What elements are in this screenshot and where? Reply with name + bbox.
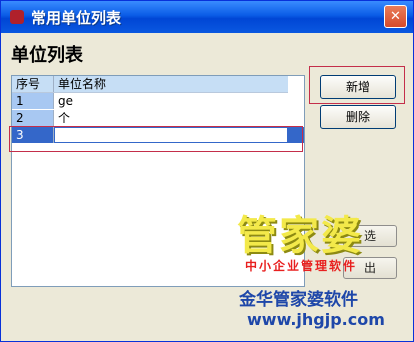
column-header-name: 单位名称 bbox=[58, 77, 107, 91]
title-bar[interactable]: 常用单位列表 ✕ bbox=[1, 1, 413, 33]
row-number-cell: 2 bbox=[12, 110, 54, 126]
column-header-no: 序号 bbox=[12, 76, 54, 92]
watermark: 管家婆 中小企业管理软件 金华管家婆软件 www.jhgjp.com bbox=[237, 203, 407, 333]
app-icon bbox=[10, 10, 24, 24]
close-icon: ✕ bbox=[390, 9, 401, 24]
watermark-url: www.jhgjp.com bbox=[247, 310, 385, 329]
grid-header: 序号 单位名称 bbox=[12, 76, 288, 93]
window-title: 常用单位列表 bbox=[31, 9, 122, 27]
delete-button[interactable]: 删除 bbox=[320, 105, 396, 129]
table-row[interactable]: 2 个 bbox=[12, 110, 288, 126]
selected-row-frame bbox=[9, 126, 303, 152]
page-title: 单位列表 bbox=[11, 45, 83, 66]
unit-name-cell[interactable]: ge bbox=[54, 93, 288, 109]
add-button[interactable]: 新增 bbox=[320, 75, 396, 99]
watermark-subtitle: 中小企业管理软件 bbox=[245, 259, 358, 273]
dialog-window: 常用单位列表 ✕ 单位列表 序号 单位名称 1 ge 2 个 3 新增 删除 选… bbox=[0, 0, 414, 342]
watermark-brand: 金华管家婆软件 bbox=[239, 290, 358, 310]
watermark-logo-text: 管家婆 bbox=[237, 213, 363, 259]
unit-name-cell[interactable]: 个 bbox=[54, 110, 288, 126]
table-row[interactable]: 1 ge bbox=[12, 93, 288, 109]
window-close-button[interactable]: ✕ bbox=[384, 5, 407, 28]
row-number-cell: 1 bbox=[12, 93, 54, 109]
